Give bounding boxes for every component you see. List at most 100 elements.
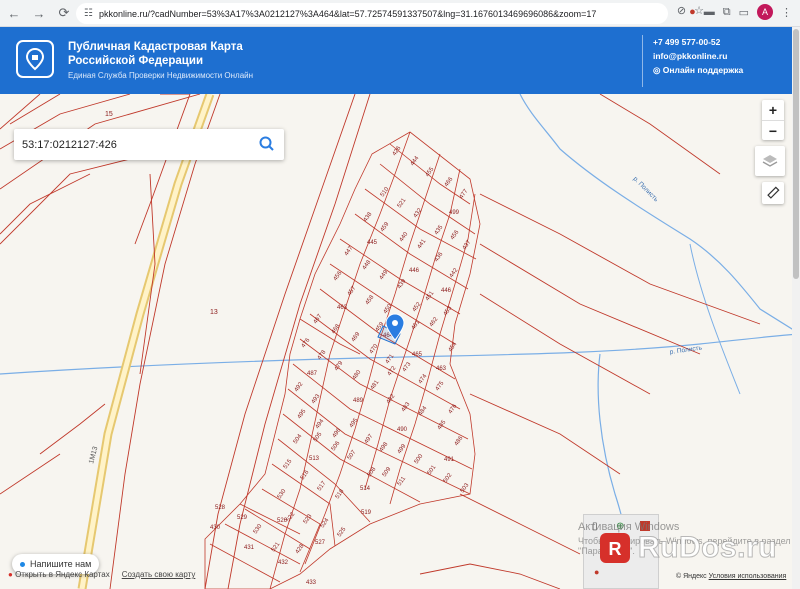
svg-text:498: 498 (379, 441, 390, 453)
road (77, 94, 215, 589)
svg-text:515: 515 (283, 458, 294, 470)
svg-text:516: 516 (300, 469, 311, 481)
map-canvas[interactable]: 426 444 455 466 477 510 521 432 499 438 … (0, 94, 800, 589)
extension-icon-2[interactable]: ▬ (704, 6, 715, 18)
site-info-icon[interactable]: ☷ (84, 8, 93, 19)
svg-text:446: 446 (441, 288, 452, 294)
svg-text:527: 527 (315, 540, 326, 546)
search-icon[interactable] (258, 135, 276, 153)
logo-icon[interactable] (16, 40, 54, 78)
svg-text:456: 456 (450, 229, 461, 241)
svg-text:447: 447 (344, 245, 355, 257)
svg-text:485: 485 (437, 419, 448, 431)
svg-text:428: 428 (295, 543, 306, 555)
svg-text:509: 509 (382, 466, 393, 478)
svg-text:500: 500 (414, 453, 425, 465)
svg-text:517: 517 (317, 480, 328, 492)
svg-text:462: 462 (429, 316, 440, 328)
tool-icon[interactable]: ● (594, 567, 599, 577)
svg-text:496: 496 (332, 427, 343, 439)
svg-text:465: 465 (412, 352, 423, 358)
support-link[interactable]: ◎ Онлайн поддержка (653, 63, 743, 77)
area-label: 15 (105, 111, 113, 118)
phone-link[interactable]: +7 499 577-00-52 (653, 35, 743, 49)
zoom-in-button[interactable]: + (762, 100, 784, 120)
svg-text:510: 510 (380, 186, 391, 198)
cadastral-search-input[interactable]: 53:17:0212127:426 (14, 129, 284, 160)
svg-text:529: 529 (237, 515, 248, 521)
site-title[interactable]: Публичная Кадастровая Карта Российской Ф… (68, 40, 268, 68)
svg-text:511: 511 (397, 475, 408, 487)
svg-text:530: 530 (277, 488, 288, 500)
svg-text:483: 483 (401, 401, 412, 413)
svg-text:480: 480 (352, 369, 363, 381)
extension-icon-1[interactable]: ● (689, 6, 696, 18)
svg-text:457: 457 (347, 285, 358, 297)
road (79, 94, 213, 589)
svg-text:452: 452 (412, 301, 423, 313)
svg-text:482: 482 (386, 393, 397, 405)
svg-text:530: 530 (253, 523, 264, 535)
terms-link[interactable]: Условия использования (709, 573, 787, 580)
svg-text:507: 507 (347, 449, 358, 461)
svg-text:430: 430 (210, 525, 221, 531)
address-bar[interactable]: ☷ pkkonline.ru/?cadNumber=53%3A17%3A0212… (76, 3, 668, 24)
svg-text:459: 459 (380, 221, 391, 233)
svg-text:502: 502 (443, 472, 454, 484)
svg-text:492: 492 (294, 381, 305, 393)
profile-avatar[interactable]: A (757, 4, 773, 20)
svg-text:431: 431 (244, 545, 255, 551)
svg-text:497: 497 (364, 433, 375, 445)
zoom-control: + − (762, 100, 784, 140)
page-scrollbar[interactable] (792, 27, 800, 589)
svg-text:433: 433 (306, 580, 317, 586)
back-icon[interactable]: ← (3, 2, 25, 24)
svg-text:525: 525 (337, 526, 348, 538)
support-icon: ◎ (653, 65, 661, 75)
svg-text:484: 484 (418, 405, 429, 417)
forward-icon[interactable]: → (28, 2, 50, 24)
scroll-thumb[interactable] (793, 29, 799, 279)
menu-dots-icon[interactable]: ⋮ (781, 6, 792, 19)
svg-text:448: 448 (362, 259, 373, 271)
svg-text:521: 521 (397, 197, 408, 209)
extensions-puzzle-icon[interactable]: ⧉ (723, 6, 731, 19)
eye-off-icon[interactable]: ⊘ (677, 4, 686, 17)
open-yandex-link[interactable]: ● Открыть в Яндекс Картах (8, 570, 110, 579)
watermark: R RuDos.ru (598, 531, 777, 565)
svg-text:487: 487 (307, 371, 318, 377)
svg-text:494: 494 (315, 418, 326, 430)
sidebar-icon[interactable]: ▭ (739, 6, 749, 19)
create-map-link[interactable]: Создать свою карту (122, 570, 196, 579)
svg-text:471: 471 (385, 353, 396, 365)
reload-icon[interactable]: ⟳ (53, 2, 75, 24)
svg-text:475: 475 (435, 380, 446, 392)
url-text: pkkonline.ru/?cadNumber=53%3A17%3A021212… (98, 8, 597, 19)
chat-dot-icon (20, 561, 25, 567)
svg-text:499: 499 (397, 443, 408, 455)
ruler-icon[interactable] (762, 182, 784, 204)
svg-text:450: 450 (383, 303, 394, 315)
svg-text:439: 439 (397, 278, 408, 290)
svg-text:473: 473 (402, 361, 413, 373)
svg-text:469: 469 (351, 331, 362, 343)
search-value: 53:17:0212127:426 (22, 138, 117, 151)
email-link[interactable]: info@pkkonline.ru (653, 49, 743, 63)
svg-text:463: 463 (436, 366, 447, 372)
river-line (689, 243, 741, 395)
browser-toolbar: ← → ⟳ ☷ pkkonline.ru/?cadNumber=53%3A17%… (0, 0, 800, 27)
svg-text:466: 466 (444, 176, 455, 188)
cadastral-map[interactable]: 426 444 455 466 477 510 521 432 499 438 … (0, 94, 800, 589)
svg-text:453: 453 (443, 305, 454, 317)
layers-icon[interactable] (755, 146, 785, 176)
svg-text:506: 506 (331, 440, 342, 452)
svg-text:519: 519 (361, 510, 372, 516)
svg-text:513: 513 (309, 456, 320, 462)
svg-text:437: 437 (462, 239, 473, 251)
svg-text:463: 463 (337, 305, 348, 311)
svg-text:472: 472 (387, 365, 398, 377)
zoom-out-button[interactable]: − (762, 120, 784, 140)
svg-text:436: 436 (434, 251, 445, 263)
svg-text:495: 495 (297, 408, 308, 420)
svg-text:490: 490 (397, 427, 408, 433)
